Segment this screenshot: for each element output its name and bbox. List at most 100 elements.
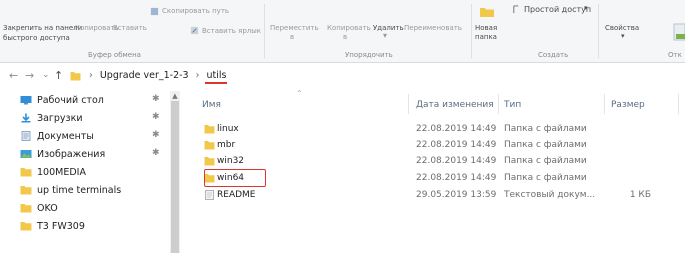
- navigation-pane: Рабочий стол ✱ Загрузки ✱ Документы ✱ Из…: [20, 89, 180, 253]
- paste-button[interactable]: Вставить: [113, 24, 147, 36]
- forward-button[interactable]: →: [25, 69, 34, 83]
- file-type: Папка с файлами: [504, 156, 587, 166]
- file-date: 22.08.2019 14:49: [416, 140, 497, 150]
- downloads-icon: [21, 113, 31, 123]
- file-name: README: [217, 190, 256, 200]
- file-row[interactable]: linux 22.08.2019 14:49 Папка с файлами: [190, 121, 685, 137]
- pictures-icon: [20, 150, 32, 158]
- scroll-up-icon[interactable]: ▲: [170, 91, 180, 101]
- column-divider[interactable]: [678, 94, 679, 114]
- nav-item-downloads[interactable]: Загрузки ✱: [20, 109, 170, 127]
- breadcrumb-segment[interactable]: Upgrade ver_1-2-3: [100, 70, 189, 81]
- rename-button[interactable]: Переименовать: [404, 24, 466, 36]
- folder-icon: [204, 141, 215, 150]
- new-folder-label-line2: папка: [475, 33, 497, 41]
- nav-item-100media[interactable]: 100MEDIA: [20, 163, 170, 181]
- move-to-sub-label: в: [290, 33, 295, 41]
- file-name: win32: [217, 156, 245, 166]
- recent-locations-button[interactable]: ⌄: [42, 68, 50, 82]
- column-header-size[interactable]: Размер: [611, 100, 645, 110]
- paste-shortcut-button[interactable]: Вставить ярлык: [190, 26, 262, 38]
- column-divider[interactable]: [408, 94, 409, 114]
- file-date: 29.05.2019 13:59: [416, 190, 497, 200]
- file-name: linux: [217, 124, 239, 134]
- easy-access-dropdown-icon: ▾: [584, 4, 588, 12]
- folder-icon: [204, 125, 215, 134]
- nav-item-oko[interactable]: OKO: [20, 199, 170, 217]
- move-to-button[interactable]: Переместить в: [270, 24, 322, 46]
- file-name: mbr: [217, 140, 236, 150]
- column-divider[interactable]: [498, 94, 499, 114]
- nav-item-pictures[interactable]: Изображения ✱: [20, 145, 170, 163]
- pin-quick-access-label-line2: быстрого доступа: [3, 34, 70, 42]
- file-date: 22.08.2019 14:49: [416, 156, 497, 166]
- nav-item-label: up time terminals: [37, 184, 122, 196]
- rename-label: Переименовать: [404, 24, 462, 32]
- folder-icon: [20, 186, 32, 195]
- nav-pane-scrollbar[interactable]: ▲: [170, 91, 180, 253]
- easy-access-button[interactable]: Простой доступ ▾: [512, 4, 592, 16]
- copy-to-button[interactable]: Копировать в: [327, 24, 371, 46]
- nav-item-desktop[interactable]: Рабочий стол ✱: [20, 91, 170, 109]
- pin-quick-access-button[interactable]: Закрепить на панели быстрого доступа: [3, 24, 82, 44]
- ribbon-divider: [264, 4, 265, 58]
- pin-icon[interactable]: ✱: [152, 148, 160, 158]
- nav-item-label: Рабочий стол: [37, 94, 104, 106]
- up-button[interactable]: ↑: [54, 69, 63, 83]
- paste-shortcut-label: Вставить ярлык: [202, 27, 262, 35]
- properties-label: Свойства: [605, 24, 640, 32]
- column-divider[interactable]: [604, 94, 605, 114]
- new-folder-button[interactable]: Новая папка: [475, 8, 505, 44]
- file-type: Папка с файлами: [504, 173, 587, 183]
- delete-dropdown-icon: ▾: [383, 31, 388, 40]
- new-folder-label-line1: Новая: [475, 24, 498, 32]
- folder-icon: [20, 168, 32, 177]
- column-header-date[interactable]: Дата изменения: [416, 100, 494, 110]
- copy-path-label: Скопировать путь: [162, 7, 230, 15]
- nav-item-label: Документы: [37, 130, 94, 142]
- text-file-icon: [205, 190, 214, 200]
- file-type: Текстовый докум...: [504, 190, 596, 200]
- copy-button[interactable]: Копировать: [75, 24, 119, 36]
- address-row: ← → ⌄ ↑ › Upgrade ver_1-2-3 › utils: [0, 63, 685, 89]
- file-row[interactable]: mbr 22.08.2019 14:49 Папка с файлами: [190, 137, 685, 153]
- move-to-label: Переместить: [270, 24, 319, 32]
- pin-icon[interactable]: ✱: [152, 112, 160, 122]
- new-folder-icon: [480, 8, 494, 17]
- file-row[interactable]: README 29.05.2019 13:59 Текстовый докум.…: [190, 187, 685, 203]
- create-group-label: Создать: [538, 51, 569, 59]
- copy-to-sub-label: в: [343, 33, 348, 41]
- delete-button[interactable]: Удалить ▾: [373, 24, 404, 46]
- pin-icon[interactable]: ✱: [152, 130, 160, 140]
- file-size: 1 КБ: [629, 190, 651, 200]
- nav-item-t3-fw309[interactable]: T3 FW309: [20, 217, 170, 235]
- breadcrumb[interactable]: › Upgrade ver_1-2-3 › utils: [85, 70, 226, 81]
- clipboard-group-label: Буфер обмена: [88, 51, 141, 59]
- copy-path-button[interactable]: Скопировать путь: [150, 6, 235, 18]
- desktop-icon: [20, 96, 32, 105]
- organize-group-label: Упорядочить: [345, 51, 393, 59]
- nav-item-documents[interactable]: Документы ✱: [20, 127, 170, 145]
- copy-to-label: Копировать: [327, 24, 371, 32]
- file-row[interactable]: win32 22.08.2019 14:49 Папка с файлами: [190, 153, 685, 169]
- column-header-type[interactable]: Тип: [504, 100, 521, 110]
- file-type: Папка с файлами: [504, 140, 587, 150]
- nav-item-up-time-terminals[interactable]: up time terminals: [20, 181, 170, 199]
- file-date: 22.08.2019 14:49: [416, 124, 497, 134]
- documents-icon: [21, 131, 31, 141]
- ribbon: Закрепить на панели быстрого доступа Коп…: [0, 0, 685, 63]
- paste-shortcut-icon: [190, 26, 199, 35]
- folder-icon: [204, 157, 215, 166]
- file-date: 22.08.2019 14:49: [416, 173, 497, 183]
- back-button[interactable]: ←: [9, 69, 18, 83]
- nav-item-label: Изображения: [37, 148, 106, 160]
- properties-button[interactable]: Свойства ▾: [605, 24, 655, 46]
- breadcrumb-segment-current[interactable]: utils: [206, 70, 226, 81]
- open-group-label: Отк: [668, 51, 682, 59]
- properties-dropdown-icon: ▾: [621, 32, 625, 40]
- file-list: ⌃ Имя Дата изменения Тип Размер linux 22…: [190, 89, 685, 253]
- column-header-name[interactable]: Имя: [202, 100, 221, 110]
- pin-icon[interactable]: ✱: [152, 94, 160, 104]
- folder-icon: [70, 72, 81, 81]
- scrollbar-thumb[interactable]: [171, 101, 179, 253]
